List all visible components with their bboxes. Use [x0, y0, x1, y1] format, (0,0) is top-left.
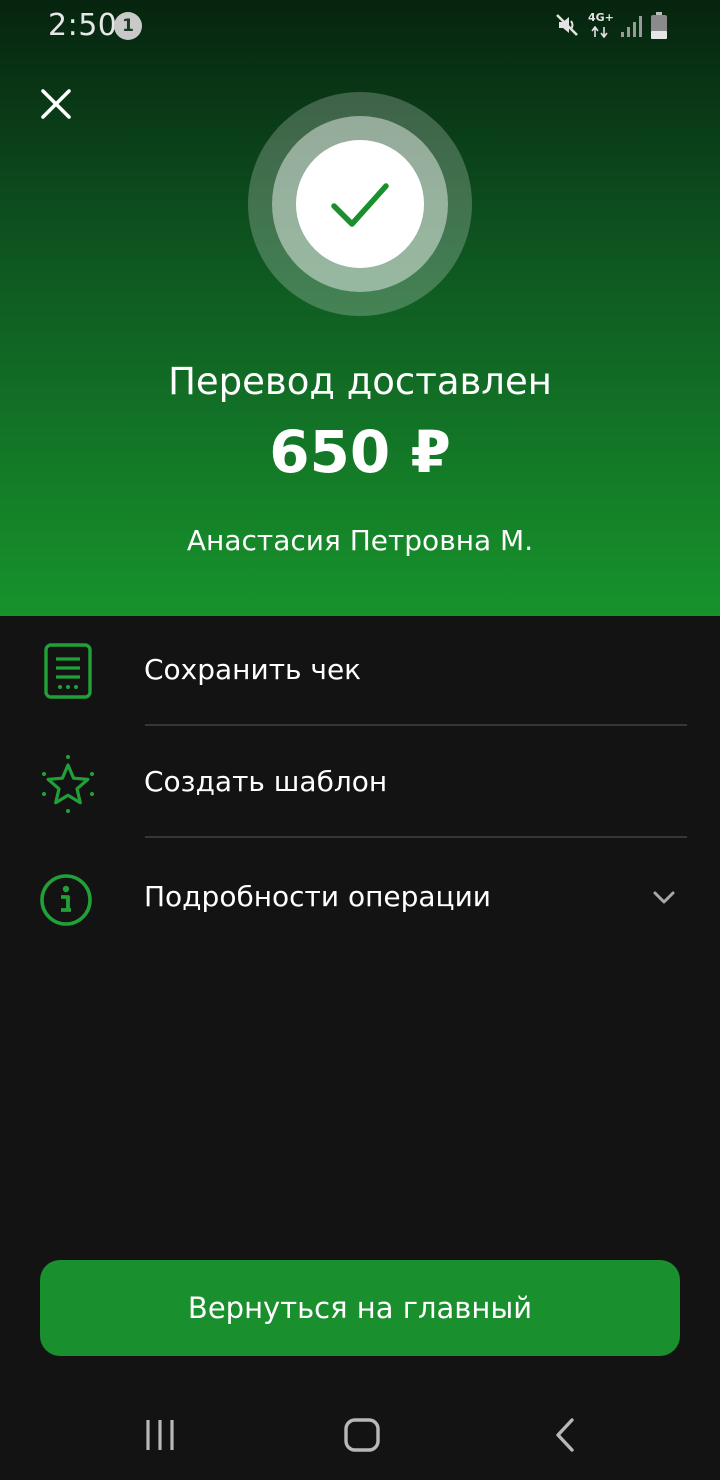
recent-apps-icon	[146, 1420, 174, 1450]
close-button[interactable]	[38, 86, 74, 122]
data-arrows-icon	[591, 26, 608, 38]
home-icon	[344, 1418, 380, 1452]
return-home-button[interactable]: Вернуться на главный	[40, 1260, 680, 1356]
transfer-status-title: Перевод доставлен	[168, 360, 552, 403]
chevron-down-icon	[653, 891, 675, 904]
home-button[interactable]	[342, 1416, 382, 1456]
success-indicator	[248, 92, 472, 316]
success-header: 2:50 1 4G+ Перевод доставлен 650 ₽ Анаст…	[0, 0, 720, 616]
star-icon	[42, 755, 94, 813]
transfer-amount: 650 ₽	[269, 418, 451, 486]
payment-success-screen: 2:50 1 4G+ Перевод доставлен 650 ₽ Анаст…	[0, 0, 720, 1480]
return-home-label: Вернуться на главный	[187, 1291, 533, 1325]
save-receipt-item[interactable]: Сохранить чек	[0, 616, 720, 726]
divider	[145, 724, 687, 726]
recipient-name: Анастасия Петровна М.	[186, 524, 534, 557]
system-nav-bar	[0, 1390, 720, 1480]
signal-icon	[621, 16, 642, 37]
notification-badge: 1	[114, 12, 142, 40]
status-time: 2:50	[48, 8, 118, 43]
back-button[interactable]	[546, 1416, 586, 1456]
save-receipt-label: Сохранить чек	[144, 653, 362, 686]
operation-details-item[interactable]: Подробности операции	[0, 842, 720, 952]
status-bar: 2:50 1 4G+	[0, 0, 720, 52]
recent-apps-button[interactable]	[140, 1416, 180, 1456]
network-label: 4G+	[588, 11, 614, 24]
battery-icon	[651, 12, 667, 39]
close-icon	[41, 89, 71, 119]
operation-details-label: Подробности операции	[144, 880, 492, 913]
status-icons: 4G+	[554, 10, 674, 42]
network-indicator: 4G+	[588, 12, 618, 40]
receipt-icon	[44, 643, 92, 699]
mute-icon	[556, 14, 578, 36]
create-template-item[interactable]: Создать шаблон	[0, 728, 720, 838]
info-icon	[40, 874, 92, 926]
success-indicator-ring	[272, 116, 448, 292]
check-icon	[331, 183, 389, 227]
divider	[145, 836, 687, 838]
create-template-label: Создать шаблон	[144, 765, 388, 798]
back-icon	[556, 1418, 574, 1452]
success-indicator-circle	[296, 140, 424, 268]
